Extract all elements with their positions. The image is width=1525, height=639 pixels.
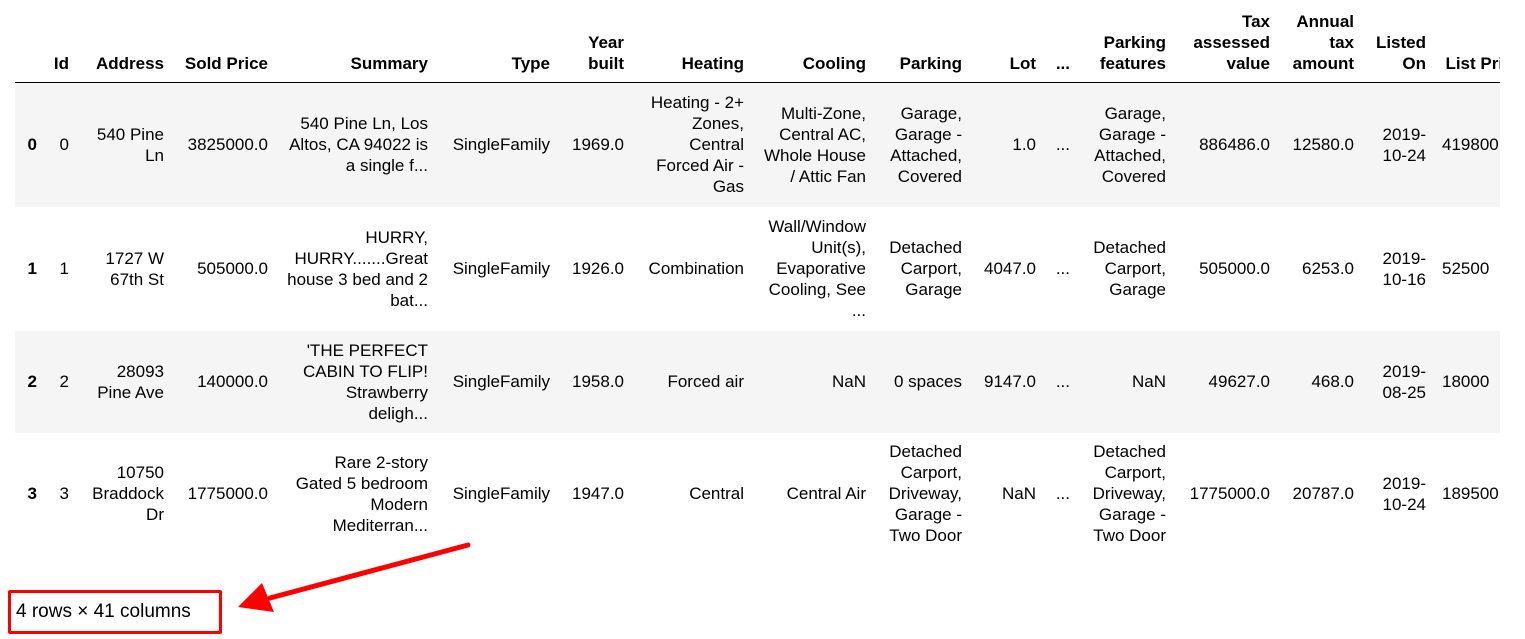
annotation-box: 4 rows × 41 columns [8, 590, 222, 634]
dataframe-shape: 4 rows × 41 columns [16, 601, 191, 622]
annotation-arrow [238, 542, 471, 612]
